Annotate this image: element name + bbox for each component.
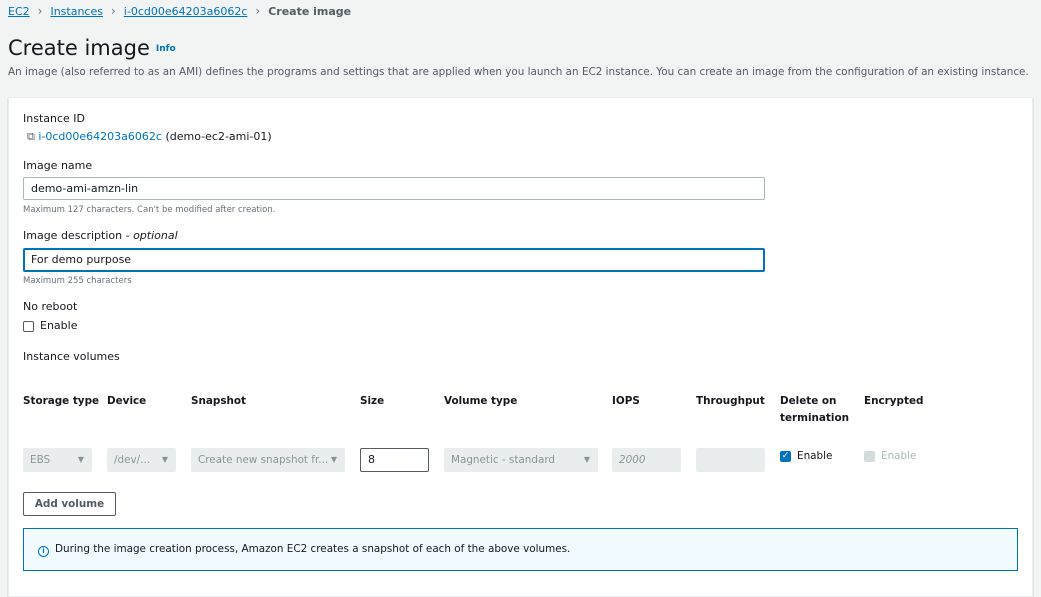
header-storage-type: Storage type — [23, 395, 100, 407]
page-title: Create image Info — [8, 36, 176, 60]
breadcrumb: EC2 › Instances › i-0cd00e64203a6062c › Cre… — [8, 4, 351, 18]
throughput-input — [696, 448, 765, 472]
no-reboot-label: No reboot — [23, 300, 78, 313]
header-iops: IOPS — [612, 395, 640, 407]
snapshot-value: Create new snapshot fr... — [198, 454, 329, 466]
info-alert: i During the image creation process, Amaz… — [23, 528, 1018, 571]
no-reboot-checkbox[interactable]: Enable — [23, 319, 77, 332]
device-select: /dev/... ▼ — [107, 448, 176, 472]
iops-input: 2000 — [612, 448, 681, 472]
image-name-label: Image name — [23, 159, 93, 172]
size-input[interactable]: 8 — [360, 448, 429, 472]
device-value: /dev/... — [114, 454, 151, 466]
checkbox-icon — [864, 450, 875, 462]
header-encrypted: Encrypted — [864, 395, 924, 407]
encrypted-checkbox: Enable — [864, 450, 916, 462]
delete-on-termination-checkbox[interactable]: ✓ Enable — [780, 450, 832, 462]
storage-type-value: EBS — [30, 454, 51, 466]
info-alert-text: During the image creation process, Amazo… — [55, 543, 571, 555]
page-description: An image (also referred to as an AMI) de… — [8, 66, 1029, 78]
header-size: Size — [360, 395, 385, 407]
page-title-text: Create image — [8, 36, 150, 60]
delete-enable-label: Enable — [797, 450, 833, 462]
breadcrumb-instance[interactable]: i-0cd00e64203a6062c — [124, 5, 248, 18]
caret-down-icon: ▼ — [77, 455, 84, 464]
instance-id-label: Instance ID — [23, 112, 85, 125]
info-icon: i — [38, 546, 49, 557]
checkbox-icon[interactable] — [23, 320, 34, 332]
image-description-input[interactable]: For demo purpose — [23, 248, 765, 272]
create-image-panel — [8, 97, 1033, 597]
breadcrumb-instances[interactable]: Instances — [50, 5, 103, 18]
caret-down-icon: ▼ — [330, 455, 337, 464]
header-throughput: Throughput — [696, 395, 765, 407]
image-name-hint: Maximum 127 characters. Can't be modifie… — [23, 205, 276, 215]
caret-down-icon: ▼ — [161, 455, 168, 464]
breadcrumb-ec2[interactable]: EC2 — [8, 5, 30, 18]
no-reboot-enable-label: Enable — [40, 319, 78, 332]
encrypted-enable-label: Enable — [881, 450, 917, 462]
add-volume-button[interactable]: Add volume — [23, 492, 116, 516]
image-description-label: Image description - optional — [23, 229, 178, 242]
snapshot-select: Create new snapshot fr... ▼ — [191, 448, 345, 472]
instance-volumes-title: Instance volumes — [23, 350, 120, 363]
copy-icon[interactable]: ⧉ — [27, 130, 35, 143]
storage-type-select: EBS ▼ — [23, 448, 92, 472]
optional-label: - optional — [125, 229, 178, 242]
volume-type-value: Magnetic - standard — [451, 454, 556, 466]
instance-id-link[interactable]: i-0cd00e64203a6062c — [38, 130, 162, 143]
image-description-label-text: Image description — [23, 229, 123, 242]
volume-type-select: Magnetic - standard ▼ — [444, 448, 598, 472]
header-volume-type: Volume type — [444, 395, 518, 407]
breadcrumb-current: Create image — [268, 4, 352, 18]
info-link[interactable]: Info — [156, 44, 176, 54]
header-snapshot: Snapshot — [191, 395, 247, 407]
chevron-right-icon: › — [255, 4, 261, 18]
header-delete-on-termination: Delete on termination — [780, 395, 850, 424]
header-device: Device — [107, 395, 147, 407]
instance-id-row: ⧉ i-0cd00e64203a6062c (demo-ec2-ami-01) — [27, 130, 272, 144]
checkmark-icon[interactable]: ✓ — [780, 450, 791, 462]
caret-down-icon: ▼ — [583, 455, 590, 464]
chevron-right-icon: › — [110, 4, 116, 18]
instance-name: (demo-ec2-ami-01) — [165, 130, 272, 143]
image-description-hint: Maximum 255 characters — [23, 276, 132, 286]
chevron-right-icon: › — [37, 4, 43, 18]
image-name-input[interactable]: demo-ami-amzn-lin — [23, 177, 765, 200]
